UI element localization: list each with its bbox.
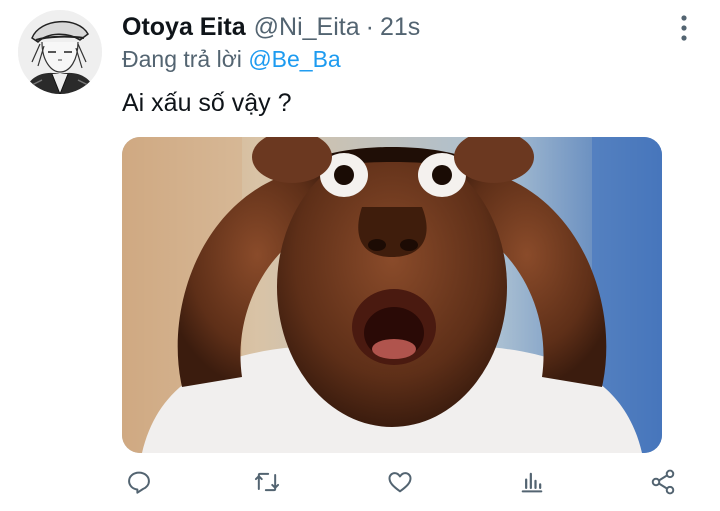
tweet[interactable]: Otoya Eita @Ni_Eita · 21s Đang trả lời @… — [0, 0, 720, 511]
tweet-header: Otoya Eita @Ni_Eita · 21s — [122, 10, 420, 44]
display-name[interactable]: Otoya Eita — [122, 10, 246, 44]
avatar[interactable] — [18, 10, 102, 94]
replying-to-mention[interactable]: @Be_Ba — [248, 46, 340, 72]
tweet-media-image[interactable] — [122, 137, 662, 453]
replying-to-label: Đang trả lời — [122, 46, 242, 72]
separator-dot: · — [365, 13, 374, 41]
tweet-text: Ai xấu số vậy ? — [122, 89, 292, 117]
retweet-button[interactable] — [250, 462, 284, 502]
heart-icon — [388, 472, 412, 493]
analytics-button[interactable] — [515, 462, 549, 502]
reply-icon — [128, 471, 150, 494]
replying-to: Đang trả lời @Be_Ba — [122, 44, 341, 74]
retweet-icon — [254, 472, 280, 492]
more-vertical-icon — [681, 15, 687, 41]
user-handle[interactable]: @Ni_Eita — [254, 10, 360, 44]
like-button[interactable] — [383, 462, 417, 502]
tweet-actions — [122, 462, 682, 502]
timestamp[interactable]: 21s — [380, 10, 420, 44]
share-icon — [651, 469, 675, 495]
share-button[interactable] — [646, 462, 680, 502]
more-button[interactable] — [674, 14, 694, 42]
reply-button[interactable] — [122, 462, 156, 502]
analytics-icon — [521, 472, 543, 493]
